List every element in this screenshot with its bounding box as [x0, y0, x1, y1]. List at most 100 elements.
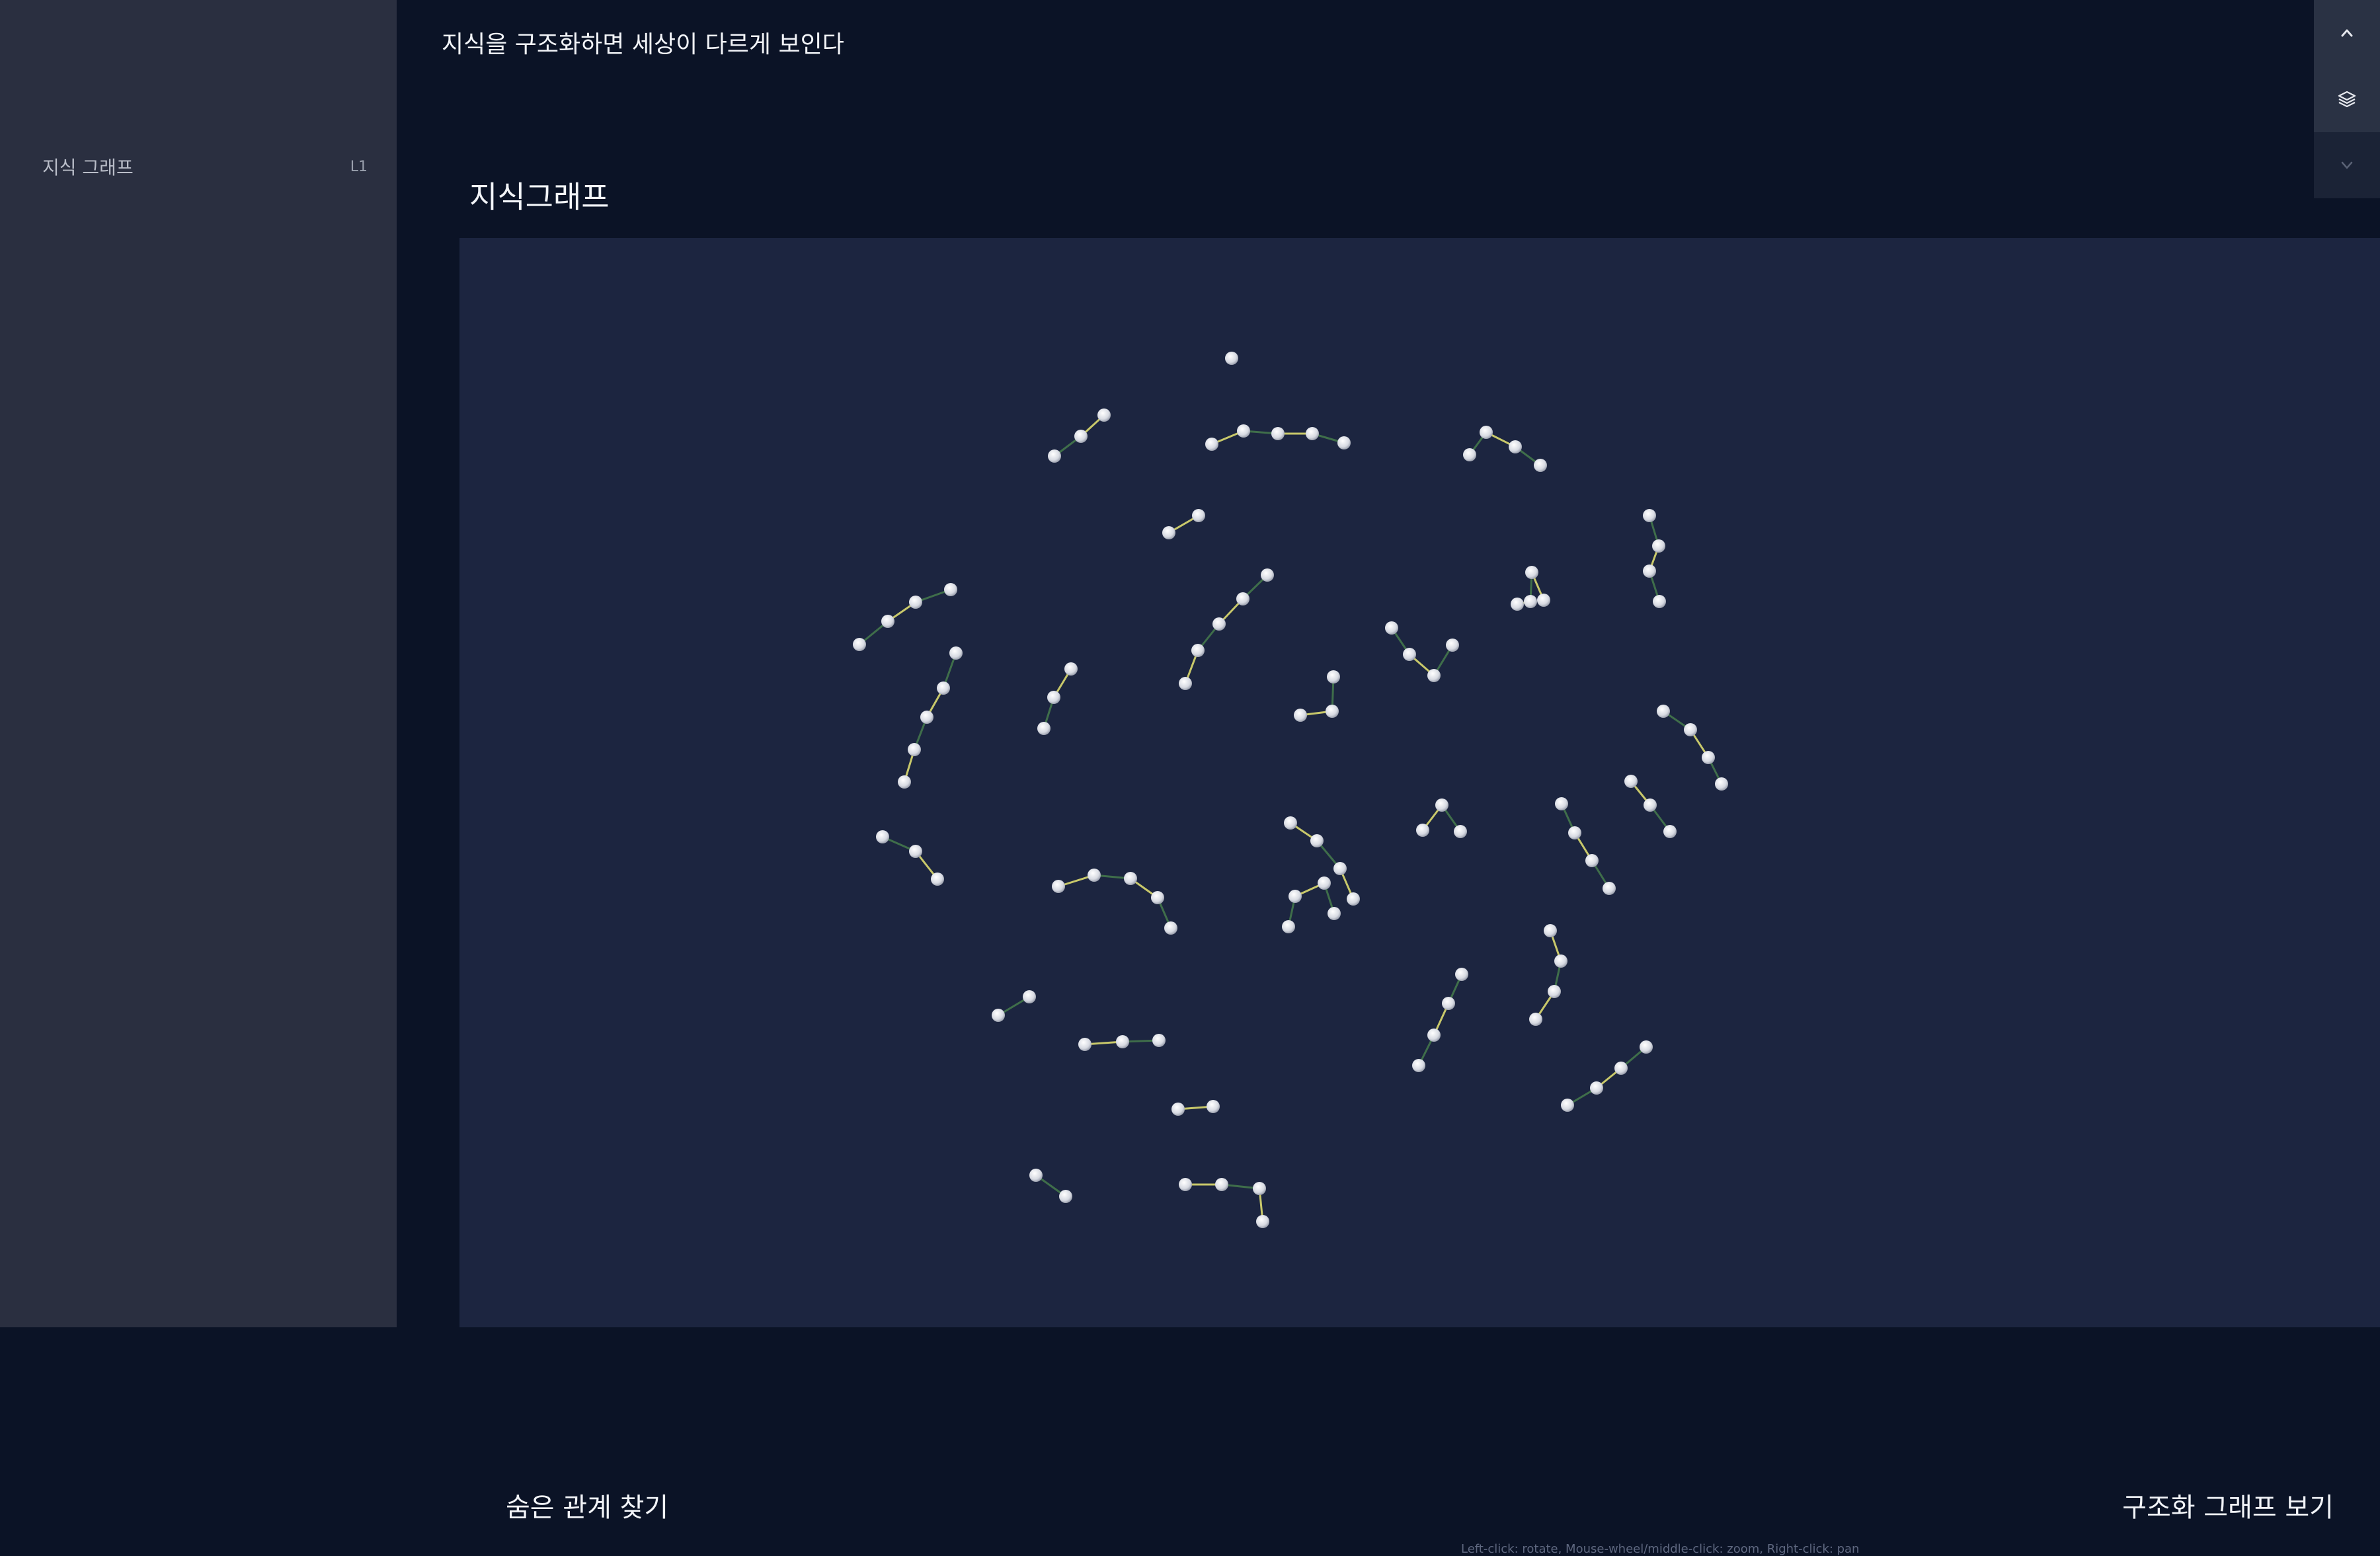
graph-node[interactable] — [944, 583, 957, 596]
graph-node[interactable] — [881, 615, 894, 628]
graph-node[interactable] — [1215, 1178, 1228, 1191]
graph-node[interactable] — [1052, 880, 1065, 893]
graph-node[interactable] — [1059, 1190, 1072, 1203]
graph-node[interactable] — [1074, 430, 1088, 443]
graph-node[interactable] — [1318, 876, 1331, 890]
graph-node[interactable] — [1171, 1103, 1185, 1116]
graph-node[interactable] — [1327, 670, 1340, 683]
graph-node[interactable] — [1548, 985, 1561, 998]
graph-node[interactable] — [1088, 869, 1101, 882]
graph-node[interactable] — [1164, 921, 1177, 935]
graph-node[interactable] — [1427, 1029, 1441, 1042]
graph-node[interactable] — [1644, 798, 1657, 812]
graph-node[interactable] — [1603, 882, 1616, 895]
graph-node[interactable] — [1702, 751, 1715, 764]
graph-node[interactable] — [1326, 705, 1339, 718]
graph-node[interactable] — [1643, 564, 1656, 578]
graph-node[interactable] — [1455, 968, 1468, 981]
graph-node[interactable] — [1529, 1013, 1542, 1026]
view-structured-graph-button[interactable]: 구조화 그래프 보기 — [2122, 1486, 2334, 1524]
graph-node[interactable] — [1480, 426, 1493, 439]
graph-node[interactable] — [1097, 408, 1111, 422]
graph-node[interactable] — [1554, 954, 1567, 968]
graph-node[interactable] — [908, 743, 921, 756]
graph-node[interactable] — [1236, 592, 1250, 605]
graph-node[interactable] — [1403, 648, 1416, 661]
graph-node[interactable] — [1534, 459, 1547, 472]
graph-node[interactable] — [1207, 1100, 1220, 1113]
graph-node[interactable] — [1585, 854, 1599, 867]
graph-node[interactable] — [1333, 862, 1347, 875]
graph-node[interactable] — [1048, 449, 1061, 463]
graph-node[interactable] — [1337, 436, 1351, 449]
graph-node[interactable] — [1271, 427, 1285, 440]
graph-node[interactable] — [1253, 1182, 1266, 1195]
graph-node[interactable] — [1212, 617, 1226, 631]
graph-node[interactable] — [1590, 1081, 1603, 1095]
graph-node[interactable] — [1614, 1062, 1628, 1075]
graph-node[interactable] — [1427, 669, 1441, 682]
graph-node[interactable] — [1663, 825, 1677, 838]
graph-node[interactable] — [931, 873, 944, 886]
graph-node[interactable] — [949, 646, 963, 660]
graph-node[interactable] — [1385, 621, 1398, 635]
graph-node[interactable] — [1310, 834, 1324, 847]
graph-node[interactable] — [1162, 526, 1175, 539]
graph-node[interactable] — [1624, 775, 1638, 788]
graph-node[interactable] — [1715, 777, 1728, 791]
graph-node[interactable] — [1078, 1038, 1091, 1051]
graph-node[interactable] — [1124, 872, 1137, 885]
graph-node[interactable] — [876, 830, 889, 843]
graph-node[interactable] — [1347, 892, 1360, 906]
graph-node[interactable] — [1643, 509, 1656, 522]
graph-node[interactable] — [1284, 816, 1297, 830]
graph-node[interactable] — [1537, 594, 1550, 607]
graph-node[interactable] — [1446, 639, 1459, 652]
graph-node[interactable] — [1306, 427, 1319, 440]
layers-button[interactable] — [2314, 66, 2380, 132]
graph-node[interactable] — [898, 775, 911, 789]
graph-node[interactable] — [920, 711, 933, 724]
graph-node[interactable] — [1684, 723, 1697, 736]
graph-node[interactable] — [1561, 1099, 1574, 1112]
graph-svg[interactable] — [459, 238, 2380, 1327]
graph-node[interactable] — [1511, 598, 1524, 611]
graph-node[interactable] — [1047, 691, 1060, 704]
graph-node[interactable] — [937, 681, 950, 695]
graph-node[interactable] — [1237, 424, 1250, 438]
graph-node[interactable] — [1261, 568, 1274, 582]
graph-node[interactable] — [1657, 705, 1670, 718]
graph-node[interactable] — [1524, 595, 1537, 608]
graph-node[interactable] — [1653, 595, 1666, 608]
graph-node[interactable] — [909, 596, 922, 609]
graph-node[interactable] — [1442, 997, 1455, 1010]
graph-node[interactable] — [1652, 539, 1665, 553]
find-hidden-relations-button[interactable]: 숨은 관계 찾기 — [506, 1486, 668, 1524]
graph-node[interactable] — [1037, 722, 1051, 735]
graph-node[interactable] — [909, 845, 922, 858]
graph-node[interactable] — [1412, 1059, 1425, 1072]
graph-node[interactable] — [1282, 920, 1295, 933]
graph-node[interactable] — [1525, 566, 1538, 579]
sidebar-item-knowledge-graph[interactable]: 지식 그래프 L1 — [42, 151, 373, 182]
graph-node[interactable] — [1454, 825, 1467, 838]
graph-node[interactable] — [1225, 352, 1238, 365]
graph-node[interactable] — [1509, 440, 1522, 453]
graph-node[interactable] — [992, 1009, 1005, 1022]
graph-node[interactable] — [1289, 890, 1302, 903]
graph-node[interactable] — [1555, 797, 1568, 810]
graph-node[interactable] — [1116, 1035, 1129, 1048]
graph-node[interactable] — [1205, 438, 1218, 451]
graph-node[interactable] — [1029, 1169, 1043, 1182]
graph-node[interactable] — [1152, 1034, 1166, 1047]
scroll-up-button[interactable] — [2314, 0, 2380, 66]
graph-node[interactable] — [1463, 448, 1476, 461]
graph-node[interactable] — [1294, 709, 1307, 722]
graph-node[interactable] — [1328, 907, 1341, 920]
graph-node[interactable] — [1179, 1178, 1192, 1191]
graph-node[interactable] — [1192, 509, 1205, 522]
scroll-down-button[interactable] — [2314, 132, 2380, 198]
graph-node[interactable] — [1023, 990, 1036, 1003]
graph-node[interactable] — [1064, 662, 1078, 676]
knowledge-graph-canvas[interactable]: 숨은 관계 찾기 구조화 그래프 보기 Left-click: rotate, … — [459, 238, 2380, 1556]
